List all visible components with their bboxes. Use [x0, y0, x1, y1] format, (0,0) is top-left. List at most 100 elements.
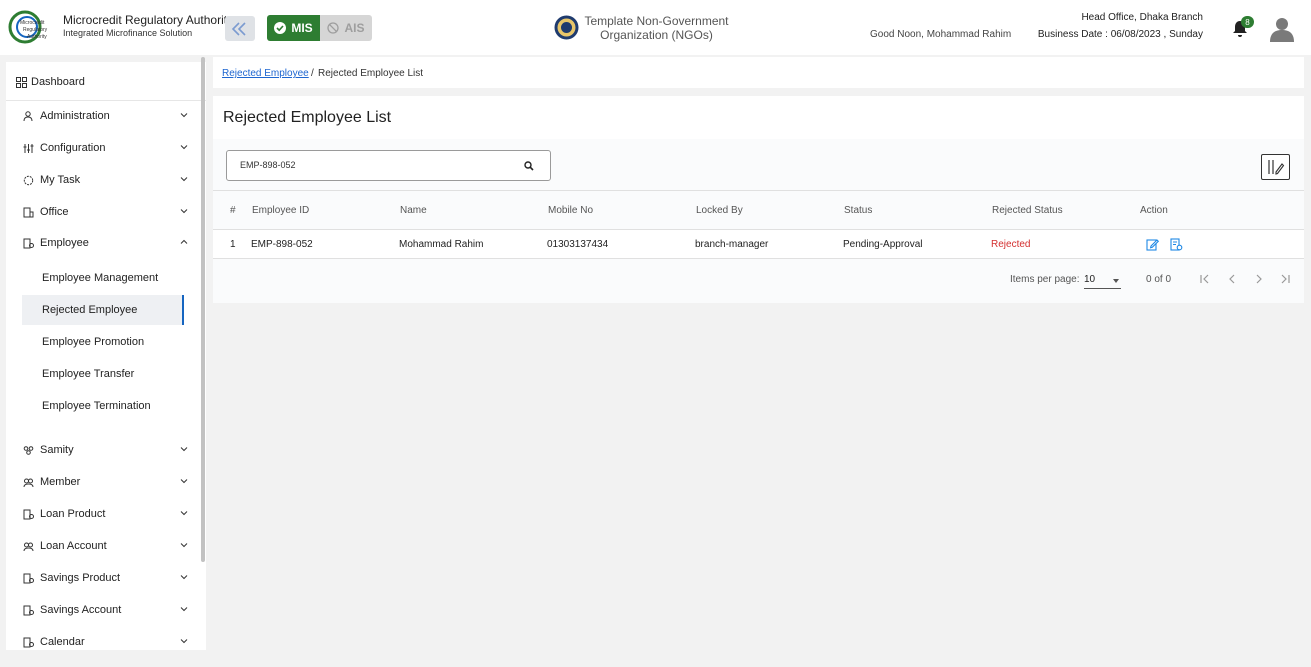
chevron-down-icon — [180, 145, 188, 150]
member-icon — [22, 476, 34, 488]
breadcrumb-link-rejected-employee[interactable]: Rejected Employee — [222, 68, 309, 79]
chevron-down-icon — [180, 607, 188, 612]
office-icon — [22, 206, 34, 218]
column-edit-icon — [1267, 160, 1284, 175]
brand-title: Microcredit Regulatory Authority — [63, 13, 234, 27]
sidebar-item-member[interactable]: Member — [22, 474, 194, 490]
mis-toggle-button[interactable]: MIS — [267, 15, 320, 41]
sidebar-item-dashboard[interactable]: Dashboard — [16, 76, 85, 88]
items-per-page-label: Items per page: — [1010, 274, 1080, 285]
sidebar-item-savings-account[interactable]: Savings Account — [22, 602, 194, 618]
cell-index: 1 — [230, 238, 236, 250]
sidebar-divider — [6, 100, 206, 101]
page-title-bar: Rejected Employee List — [213, 96, 1304, 139]
breadcrumb-current: Rejected Employee List — [318, 68, 424, 79]
sidebar-item-label: Loan Product — [40, 508, 106, 520]
admin-icon — [22, 110, 34, 122]
sidebar-item-loan-product[interactable]: Loan Product — [22, 506, 194, 522]
chevron-down-icon — [180, 209, 188, 214]
page-range-label: 0 of 0 — [1146, 274, 1172, 285]
sidebar-scrollbar[interactable] — [201, 57, 205, 562]
brand-subtitle: Integrated Microfinance Solution — [63, 28, 193, 38]
sidebar-item-calendar[interactable]: Calendar — [22, 634, 194, 650]
top-header: Microcredit Regulatory Authority Microcr… — [0, 0, 1311, 55]
sidebar-subitem-employee-termination[interactable]: Employee Termination — [22, 391, 184, 421]
ais-toggle-button[interactable]: AIS — [320, 15, 372, 41]
sidebar-item-administration[interactable]: Administration — [22, 108, 194, 124]
ais-label: AIS — [344, 21, 365, 35]
loan-account-icon — [22, 540, 34, 552]
column-header-name: Name — [400, 204, 427, 216]
samity-icon — [22, 444, 34, 456]
branch-name: Head Office, Dhaka Branch — [1081, 12, 1203, 23]
savings-product-icon — [22, 572, 34, 584]
view-details-icon[interactable] — [1170, 237, 1183, 251]
logo-text-1: Microcredit — [20, 20, 45, 26]
search-input[interactable]: EMP-898-052 — [226, 150, 551, 181]
sidebar-item-label: Loan Account — [40, 540, 107, 552]
sliders-icon — [22, 142, 34, 154]
sidebar-item-label: Employee — [40, 237, 89, 249]
first-page-icon[interactable] — [1199, 273, 1211, 285]
user-avatar-icon[interactable] — [1270, 16, 1294, 42]
cell-rejected-status: Rejected — [991, 238, 1031, 250]
last-page-icon[interactable] — [1279, 273, 1291, 285]
employee-table: # Employee ID Name Mobile No Locked By S… — [213, 190, 1304, 259]
task-icon — [22, 174, 34, 186]
sidebar-item-label: Samity — [40, 444, 74, 456]
double-chevron-left-icon — [231, 21, 246, 36]
loan-product-icon — [22, 508, 34, 520]
previous-page-icon[interactable] — [1226, 273, 1238, 285]
employee-list-panel: EMP-898-052 # Employee ID Name Mobile No… — [213, 139, 1304, 303]
sidebar-item-label: Configuration — [40, 142, 106, 154]
cell-mobile: 01303137434 — [547, 238, 609, 250]
chevron-down-icon — [180, 511, 188, 516]
chevron-down-icon — [180, 575, 188, 580]
sidebar-item-label: Member — [40, 476, 81, 488]
column-header-status: Status — [844, 204, 873, 216]
employee-icon — [22, 237, 34, 249]
check-circle-icon — [274, 22, 287, 34]
sidebar-item-savings-product[interactable]: Savings Product — [22, 570, 194, 586]
sidebar-item-label: Office — [40, 206, 69, 218]
logo-text-3: Authority — [27, 34, 47, 40]
column-header-employee-id: Employee ID — [252, 204, 310, 216]
edit-icon[interactable] — [1146, 238, 1159, 251]
search-input-value: EMP-898-052 — [240, 160, 296, 170]
items-per-page-value: 10 — [1084, 274, 1096, 285]
search-icon[interactable] — [524, 161, 534, 171]
sidebar-subitem-employee-promotion[interactable]: Employee Promotion — [22, 327, 184, 357]
sidebar-item-label: Savings Account — [40, 604, 122, 616]
chevron-down-icon — [180, 639, 188, 644]
breadcrumb-separator: / — [311, 68, 314, 79]
user-greeting: Good Noon, Mohammad Rahim — [870, 29, 1012, 40]
sidebar-item-loan-account[interactable]: Loan Account — [22, 538, 194, 554]
business-date: Business Date : 06/08/2023 , Sunday — [1037, 29, 1203, 40]
cell-name: Mohammad Rahim — [399, 238, 484, 250]
sidebar-subitem-rejected-employee[interactable]: Rejected Employee — [22, 295, 184, 325]
sidebar-item-samity[interactable]: Samity — [22, 442, 194, 458]
column-settings-button[interactable] — [1261, 154, 1290, 180]
cell-actions — [1146, 230, 1194, 258]
dropdown-arrow-icon — [1113, 279, 1119, 283]
collapse-sidebar-button[interactable] — [225, 16, 255, 41]
chevron-down-icon — [180, 113, 188, 118]
next-page-icon[interactable] — [1253, 273, 1265, 285]
items-per-page-select[interactable]: 10 — [1084, 269, 1121, 289]
sidebar-item-employee[interactable]: Employee — [22, 235, 194, 251]
column-header-mobile: Mobile No — [548, 204, 594, 216]
sidebar-item-label: Savings Product — [40, 572, 121, 584]
sidebar-subitem-employee-management[interactable]: Employee Management — [22, 263, 184, 293]
page-title: Rejected Employee List — [223, 109, 392, 126]
chevron-down-icon — [180, 479, 188, 484]
notification-badge: 8 — [1241, 16, 1254, 28]
chevron-down-icon — [180, 177, 188, 182]
table-row: 1 EMP-898-052 Mohammad Rahim 01303137434… — [213, 230, 1304, 259]
sidebar-item-my-task[interactable]: My Task — [22, 172, 194, 188]
sidebar-item-configuration[interactable]: Configuration — [22, 140, 194, 156]
logo-text-2: Regulatory — [23, 27, 48, 33]
mra-logo: Microcredit Regulatory Authority — [8, 10, 58, 45]
sidebar-item-label: My Task — [40, 174, 81, 186]
sidebar-item-office[interactable]: Office — [22, 204, 194, 220]
sidebar-subitem-employee-transfer[interactable]: Employee Transfer — [22, 359, 184, 389]
